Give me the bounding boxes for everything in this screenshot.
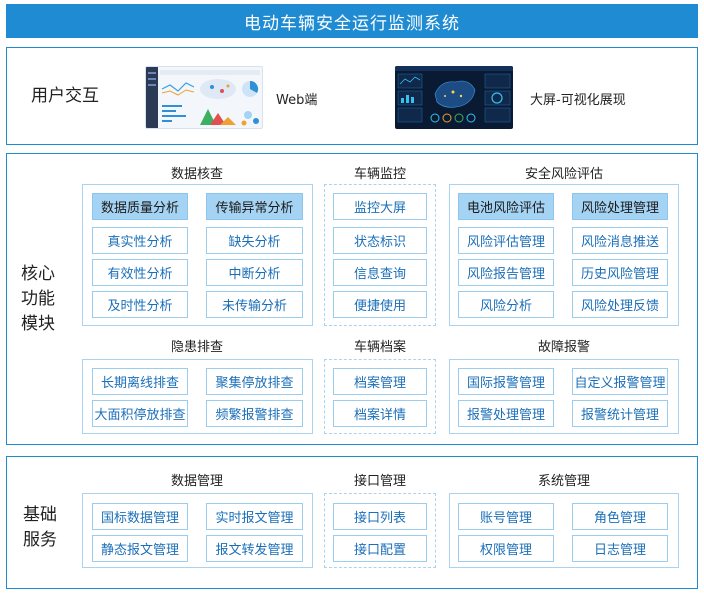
alarm-stats-mgmt-box: 报警统计管理 — [572, 400, 668, 427]
timeliness-analysis-box: 及时性分析 — [92, 291, 188, 318]
data-check-title: 数据核查 — [170, 167, 223, 182]
data-mgmt-title: 数据管理 — [170, 474, 223, 489]
national-data-mgmt-box: 国标数据管理 — [92, 503, 188, 530]
hazard-title: 隐患排查 — [170, 340, 223, 355]
permission-mgmt-box: 权限管理 — [458, 535, 554, 562]
untransmitted-analysis-box: 未传输分析 — [206, 291, 303, 318]
custom-alarm-mgmt-box: 自定义报警管理 — [572, 368, 668, 395]
data-quality-analysis-box: 数据质量分析 — [92, 193, 188, 220]
system-mgmt-title: 系统管理 — [537, 474, 590, 489]
safety-risk-title: 安全风险评估 — [524, 167, 603, 182]
vehicle-monitor-title: 车辆监控 — [353, 167, 406, 182]
risk-handling-mgmt-box: 风险处理管理 — [572, 193, 668, 220]
missing-analysis-box: 缺失分析 — [206, 227, 303, 254]
battery-risk-assessment-box: 电池风险评估 — [458, 193, 554, 220]
cluster-parking-check-box: 聚集停放排查 — [206, 368, 303, 395]
intl-alarm-mgmt-box: 国际报警管理 — [458, 368, 554, 395]
bigscreen-thumbnail — [395, 66, 513, 129]
risk-analysis-box: 风险分析 — [458, 291, 554, 318]
interface-mgmt-title: 接口管理 — [353, 474, 406, 489]
archive-detail-box: 档案详情 — [333, 400, 427, 427]
risk-handling-feedback-box: 风险处理反馈 — [572, 291, 668, 318]
historical-risk-mgmt-box: 历史风险管理 — [572, 259, 668, 286]
core-module-label: 核心 功能 模块 — [21, 264, 55, 334]
monitor-bigscreen-box: 监控大屏 — [333, 193, 427, 220]
fault-alarm-title: 故障报警 — [537, 340, 590, 355]
vehicle-archive-title: 车辆档案 — [353, 340, 406, 355]
base-service-label: 基础 服务 — [23, 505, 57, 550]
long-offline-check-box: 长期离线排查 — [92, 368, 188, 395]
alarm-handling-mgmt-box: 报警处理管理 — [458, 400, 554, 427]
interruption-analysis-box: 中断分析 — [206, 259, 303, 286]
web-dashboard-thumbnail — [145, 66, 263, 129]
account-mgmt-box: 账号管理 — [458, 503, 554, 530]
interface-config-box: 接口配置 — [333, 535, 427, 562]
user-interaction-label: 用户交互 — [31, 86, 99, 106]
page-title: 电动车辆安全运行监测系统 — [6, 4, 698, 38]
static-message-mgmt-box: 静态报文管理 — [92, 535, 188, 562]
info-query-box: 信息查询 — [333, 259, 427, 286]
message-forward-mgmt-box: 报文转发管理 — [206, 535, 303, 562]
web-label: Web端 — [276, 93, 318, 108]
authenticity-analysis-box: 真实性分析 — [92, 227, 188, 254]
frequent-alarm-check-box: 频繁报警排查 — [206, 400, 303, 427]
interface-list-box: 接口列表 — [333, 503, 427, 530]
risk-message-push-box: 风险消息推送 — [572, 227, 668, 254]
bigscreen-label: 大屏-可视化展现 — [530, 93, 626, 108]
validity-analysis-box: 有效性分析 — [92, 259, 188, 286]
convenient-use-box: 便捷使用 — [333, 291, 427, 318]
risk-report-mgmt-box: 风险报告管理 — [458, 259, 554, 286]
role-mgmt-box: 角色管理 — [572, 503, 668, 530]
archive-mgmt-box: 档案管理 — [333, 368, 427, 395]
status-indicator-box: 状态标识 — [333, 227, 427, 254]
transmission-anomaly-analysis-box: 传输异常分析 — [206, 193, 303, 220]
large-area-parking-check-box: 大面积停放排查 — [92, 400, 188, 427]
risk-assessment-mgmt-box: 风险评估管理 — [458, 227, 554, 254]
log-mgmt-box: 日志管理 — [572, 535, 668, 562]
realtime-message-mgmt-box: 实时报文管理 — [206, 503, 303, 530]
